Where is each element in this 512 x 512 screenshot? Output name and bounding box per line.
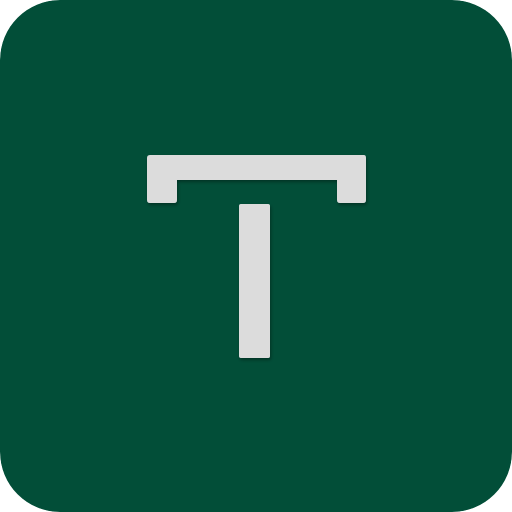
app-icon[interactable] <box>0 0 512 512</box>
t-glyph-stem <box>239 204 270 358</box>
t-letter-icon <box>0 0 512 512</box>
